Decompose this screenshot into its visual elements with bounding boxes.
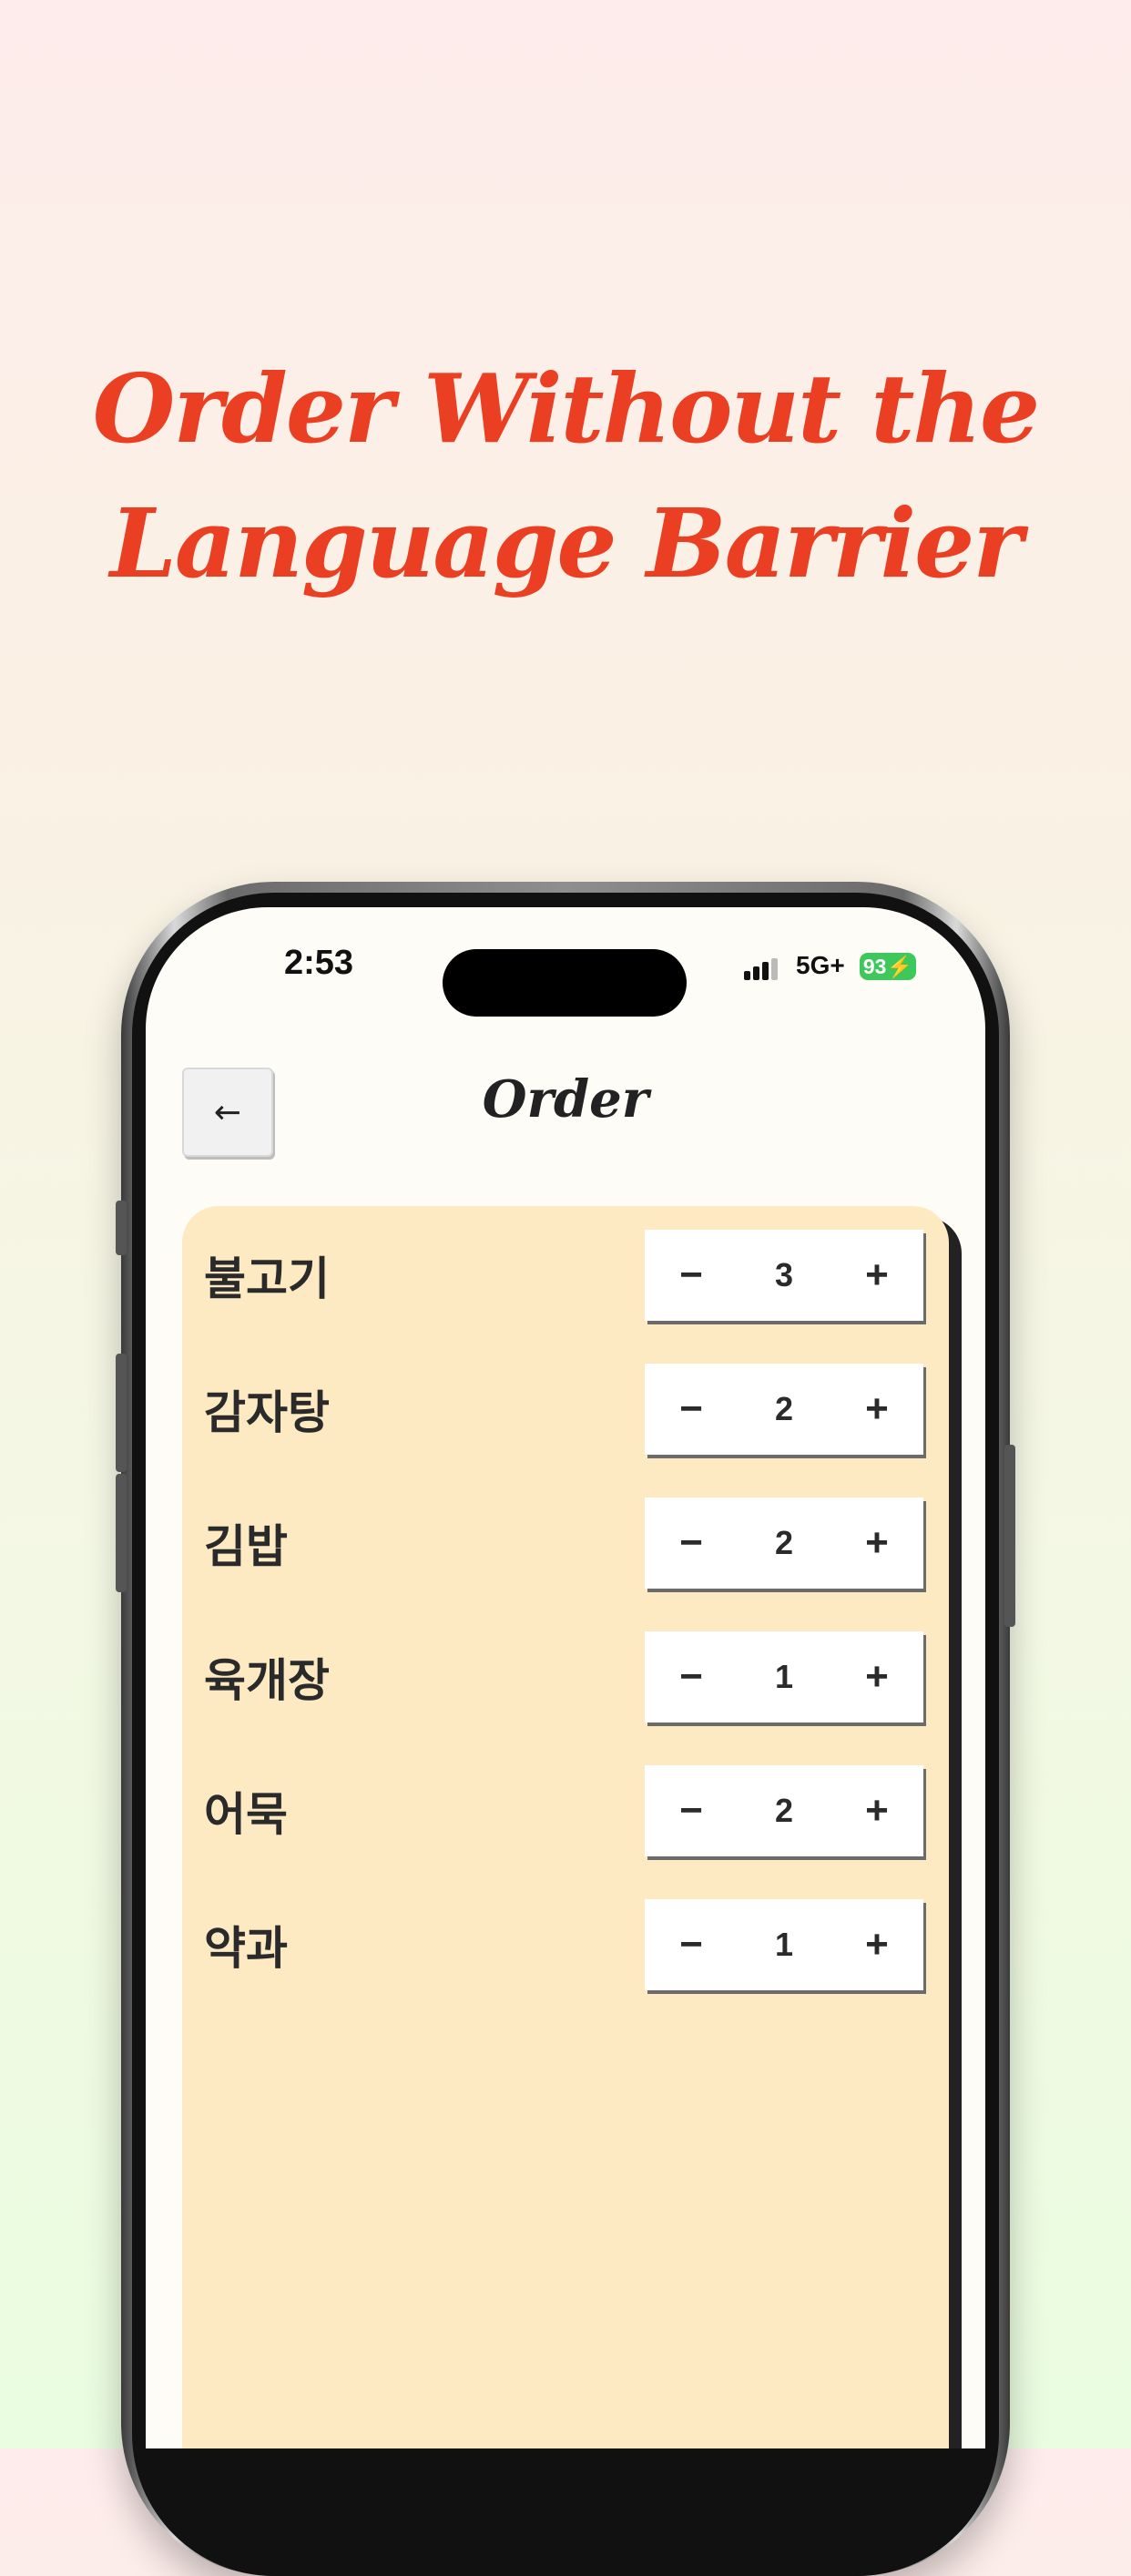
item-name: 약과 (204, 1922, 288, 1975)
item-name: 어묵 (204, 1788, 288, 1841)
volume-up-button (116, 1354, 127, 1472)
dynamic-island (443, 949, 687, 1017)
page-title: Order (482, 1069, 649, 1130)
quantity-value: 2 (774, 1390, 794, 1427)
quantity-value: 2 (774, 1792, 794, 1829)
quantity-stepper: − 1 + (645, 1899, 923, 1990)
decrement-button[interactable]: − (645, 1631, 738, 1722)
increment-button[interactable]: + (830, 1498, 923, 1589)
order-item: 김밥 − 2 + (182, 1498, 949, 1592)
order-item: 육개장 − 1 + (182, 1631, 949, 1726)
increment-button[interactable]: + (830, 1765, 923, 1856)
battery-icon: 93⚡ (860, 953, 916, 980)
network-label: 5G+ (796, 951, 845, 979)
volume-down-button (116, 1474, 127, 1592)
decrement-button[interactable]: − (645, 1230, 738, 1321)
order-card: 불고기 − 3 + 감자탕 − 2 + 김밥 − 2 + 육개장 − 1 + 어… (182, 1206, 949, 2448)
increment-button[interactable]: + (830, 1230, 923, 1321)
action-button (116, 1201, 127, 1255)
item-name: 불고기 (204, 1252, 330, 1305)
quantity-stepper: − 2 + (645, 1364, 923, 1455)
quantity-value: 3 (774, 1256, 794, 1293)
order-item: 약과 − 1 + (182, 1899, 949, 1994)
item-name: 감자탕 (204, 1386, 330, 1439)
decrement-button[interactable]: − (645, 1765, 738, 1856)
quantity-value: 1 (774, 1926, 794, 1963)
decrement-button[interactable]: − (645, 1899, 738, 1990)
increment-button[interactable]: + (830, 1364, 923, 1455)
headline: Order Without the Language Barrier (0, 342, 1131, 611)
decrement-button[interactable]: − (645, 1498, 738, 1589)
power-button (1004, 1445, 1015, 1627)
decrement-button[interactable]: − (645, 1364, 738, 1455)
order-item: 불고기 − 3 + (182, 1230, 949, 1324)
order-item: 어묵 − 2 + (182, 1765, 949, 1860)
headline-line-1: Order Without the (92, 353, 1040, 465)
quantity-stepper: − 3 + (645, 1230, 923, 1321)
phone-screen: 2:53 5G+ 93⚡ ← Order 불고기 − 3 + 감자탕 − 2 + (146, 907, 985, 2448)
headline-line-2: Language Barrier (109, 487, 1023, 599)
increment-button[interactable]: + (830, 1631, 923, 1722)
increment-button[interactable]: + (830, 1899, 923, 1990)
status-time: 2:53 (283, 944, 354, 982)
signal-icon (744, 958, 784, 980)
quantity-value: 2 (774, 1524, 794, 1561)
item-name: 육개장 (204, 1654, 330, 1707)
quantity-stepper: − 1 + (645, 1631, 923, 1722)
quantity-stepper: − 2 + (645, 1765, 923, 1856)
quantity-stepper: − 2 + (645, 1498, 923, 1589)
order-item: 감자탕 − 2 + (182, 1364, 949, 1458)
item-name: 김밥 (204, 1520, 288, 1573)
quantity-value: 1 (774, 1658, 794, 1695)
